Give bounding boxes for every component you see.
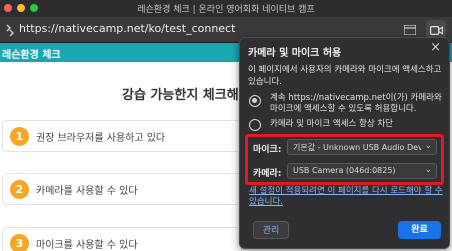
block-option-label[interactable]: 카메라 및 마이크 액세스 항상 차단 (270, 119, 446, 130)
camera-select[interactable]: USB Camera (046d:0825) ⌄ (287, 163, 437, 179)
block-radio[interactable] (249, 119, 261, 131)
mic-select-value: 기본값 - Unknown USB Audio Device (293, 143, 421, 152)
allow-option-label[interactable]: 계속 https://nativecamp.net이(가) 카메라와 마이크에 … (270, 93, 446, 115)
page-heading: 강습 가능한지 체크해 보 (122, 88, 256, 103)
camera-label: 카메라: (253, 169, 282, 179)
banner-title: 레슨환경 체크 (2, 50, 61, 61)
chevron-down-icon: ⌄ (424, 165, 432, 175)
step-text: 카메라를 사용할 수 있다 (36, 186, 138, 197)
step-text: 권장 브라우저를 사용하고 있다 (36, 133, 166, 144)
chevron-down-icon: ⌄ (424, 141, 432, 151)
close-icon[interactable]: × (430, 41, 441, 54)
manage-button[interactable]: 관리 (253, 221, 289, 239)
reload-link[interactable]: 새 설정이 적용되려면 이 페이지를 다시 로드해야 할 수 있습니다. (249, 186, 445, 208)
step-number: 1 (10, 127, 29, 146)
step-item: 3 마이크를 사용할 수 있다 (2, 227, 242, 251)
camera-select-value: USB Camera (046d:0825) (293, 166, 396, 175)
popup-title: 카메라 및 마이크 허용 (248, 48, 342, 59)
mic-label: 마이크: (253, 145, 282, 155)
permission-popup: 카메라 및 마이크 허용 × 이 페이지에서 사용자의 카메라와 마이크에 액세… (239, 37, 450, 249)
url-text[interactable]: https://nativecamp.net/ko/test_connect (19, 22, 235, 35)
step-number: 2 (10, 180, 29, 199)
step-item: 1 권장 브라우저를 사용하고 있다 (2, 120, 242, 152)
mic-select[interactable]: 기본값 - Unknown USB Audio Device ⌄ (287, 139, 437, 155)
step-number: 3 (10, 234, 29, 251)
step-item: 2 카메라를 사용할 수 있다 (2, 173, 242, 205)
popup-description: 이 페이지에서 사용자의 카메라와 마이크에 액세스하고 있습니다. (248, 65, 442, 87)
step-text: 마이크를 사용할 수 있다 (36, 240, 138, 251)
window-title: 레슨환경 체크 | 온라인 영어회화 네이티브 캠프 (137, 5, 315, 15)
title-bar: 레슨환경 체크 | 온라인 영어회화 네이티브 캠프 (0, 0, 452, 17)
done-button[interactable]: 완료 (398, 221, 441, 239)
site-info-icon[interactable] (5, 21, 15, 37)
browser-window: 레슨환경 체크 | 온라인 영어회화 네이티브 캠프 https://nativ… (0, 0, 452, 251)
allow-radio[interactable] (249, 95, 261, 107)
